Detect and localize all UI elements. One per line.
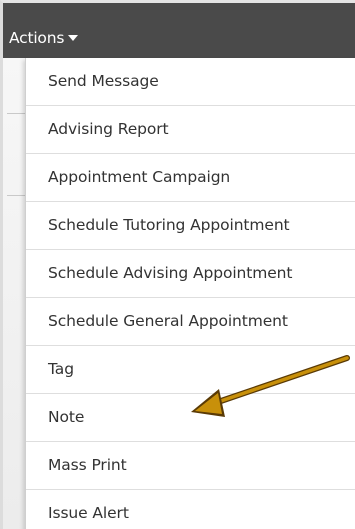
- menu-item-tag[interactable]: Tag: [26, 346, 355, 394]
- actions-dropdown[interactable]: Actions: [9, 29, 79, 47]
- actions-label: Actions: [9, 29, 65, 47]
- menu-item-advising-report[interactable]: Advising Report: [26, 106, 355, 154]
- caret-down-icon: [68, 34, 79, 41]
- menu-item-schedule-tutoring-appointment[interactable]: Schedule Tutoring Appointment: [26, 202, 355, 250]
- divider: [7, 113, 25, 114]
- actions-menu: Send Message Advising Report Appointment…: [25, 58, 355, 529]
- top-toolbar: Actions: [3, 3, 355, 59]
- app-window: Actions Send Message Advising Report App…: [0, 0, 355, 529]
- menu-item-mass-print[interactable]: Mass Print: [26, 442, 355, 490]
- menu-item-note[interactable]: Note: [26, 394, 355, 442]
- divider: [7, 195, 25, 196]
- menu-item-schedule-general-appointment[interactable]: Schedule General Appointment: [26, 298, 355, 346]
- menu-item-schedule-advising-appointment[interactable]: Schedule Advising Appointment: [26, 250, 355, 298]
- menu-item-appointment-campaign[interactable]: Appointment Campaign: [26, 154, 355, 202]
- menu-item-issue-alert[interactable]: Issue Alert: [26, 490, 355, 529]
- menu-item-send-message[interactable]: Send Message: [26, 58, 355, 106]
